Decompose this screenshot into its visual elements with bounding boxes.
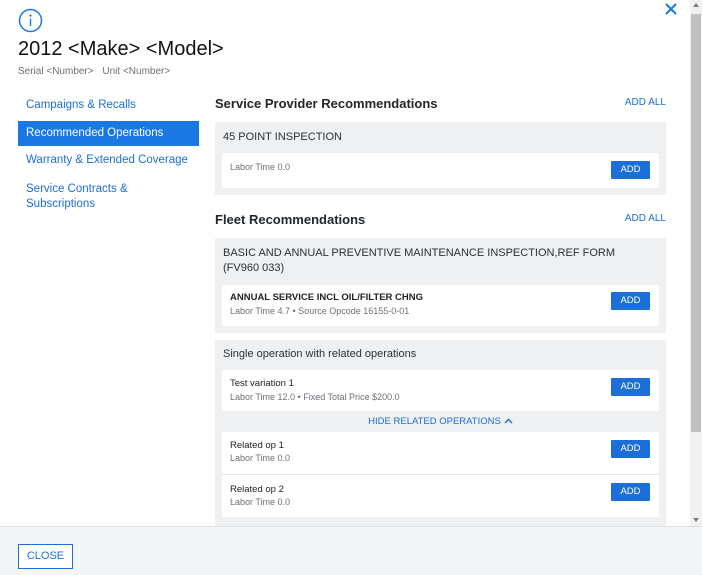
scroll-up-arrow-icon[interactable] bbox=[693, 3, 699, 7]
scroll-down-arrow-icon[interactable] bbox=[693, 518, 699, 522]
serial-label: Serial bbox=[18, 66, 44, 77]
operation-meta: Labor Time 0.0 bbox=[230, 453, 291, 463]
dialog-footer: CLOSE bbox=[0, 526, 702, 575]
related-operation-card: Related op 1 Labor Time 0.0 ADD bbox=[222, 432, 659, 474]
vertical-scrollbar[interactable] bbox=[690, 0, 702, 526]
sidebar-item-service-contracts[interactable]: Service Contracts & Subscriptions bbox=[18, 178, 199, 216]
operation-meta: Labor Time 4.7 • Source Opcode 16155-0-0… bbox=[230, 306, 410, 316]
sidebar-item-campaigns-recalls[interactable]: Campaigns & Recalls bbox=[18, 94, 199, 117]
add-operation-button[interactable]: ADD bbox=[611, 440, 650, 458]
operation-name: Related op 2 bbox=[230, 484, 284, 495]
add-operation-button[interactable]: ADD bbox=[611, 483, 650, 501]
service-provider-header: Service Provider Recommendations ADD ALL bbox=[215, 96, 666, 114]
operation-meta: Labor Time 0.0 bbox=[230, 497, 291, 507]
service-provider-add-all-link[interactable]: ADD ALL bbox=[625, 97, 666, 108]
related-operation-card: Related op 2 Labor Time 0.0 ADD bbox=[222, 475, 659, 517]
vehicle-subtitle: Serial <Number> Unit <Number> bbox=[18, 66, 176, 77]
recommendations-dialog: 2012 <Make> <Model> Serial <Number> Unit… bbox=[0, 0, 690, 526]
operation-name: Related op 1 bbox=[230, 440, 284, 451]
sidebar-nav: Campaigns & Recalls Recommended Operatio… bbox=[18, 94, 199, 216]
scrollbar-thumb[interactable] bbox=[691, 14, 701, 432]
service-provider-title: Service Provider Recommendations bbox=[215, 96, 438, 111]
add-operation-button[interactable]: ADD bbox=[611, 292, 650, 310]
fleet-group-preventive-maintenance: BASIC AND ANNUAL PREVENTIVE MAINTENANCE … bbox=[215, 238, 666, 333]
group-title: BASIC AND ANNUAL PREVENTIVE MAINTENANCE … bbox=[223, 247, 615, 274]
sidebar-item-recommended-operations[interactable]: Recommended Operations bbox=[18, 121, 199, 146]
info-icon bbox=[18, 8, 43, 33]
operation-name: ANNUAL SERVICE INCL OIL/FILTER CHNG bbox=[230, 292, 424, 303]
operation-card: ANNUAL SERVICE INCL OIL/FILTER CHNG Labo… bbox=[222, 285, 659, 326]
add-operation-button[interactable]: ADD bbox=[611, 161, 650, 179]
sidebar-item-warranty-coverage[interactable]: Warranty & Extended Coverage bbox=[18, 149, 199, 172]
close-button[interactable]: CLOSE bbox=[18, 544, 73, 569]
group-title: 45 POINT INSPECTION bbox=[223, 131, 342, 143]
operation-name: Test variation 1 bbox=[230, 378, 294, 389]
serial-value: <Number> bbox=[46, 66, 94, 77]
add-operation-button[interactable]: ADD bbox=[611, 378, 650, 396]
fleet-add-all-link[interactable]: ADD ALL bbox=[625, 213, 666, 224]
operation-meta: Labor Time 12.0 • Fixed Total Price $200… bbox=[230, 392, 400, 402]
fleet-group-related-operations: Single operation with related operations… bbox=[215, 340, 666, 526]
fleet-header: Fleet Recommendations ADD ALL bbox=[215, 212, 666, 230]
hide-related-label: HIDE RELATED OPERATIONS bbox=[368, 416, 501, 427]
labor-time: Labor Time 0.0 bbox=[230, 162, 291, 172]
operation-card: Labor Time 0.0 ADD bbox=[222, 153, 659, 188]
service-provider-group: 45 POINT INSPECTION Labor Time 0.0 ADD bbox=[215, 122, 666, 195]
unit-value: <Number> bbox=[122, 66, 171, 77]
chevron-up-icon bbox=[504, 418, 513, 424]
fleet-title: Fleet Recommendations bbox=[215, 212, 366, 227]
vehicle-title: 2012 <Make> <Model> bbox=[18, 38, 224, 60]
close-icon[interactable] bbox=[662, 0, 680, 18]
hide-related-operations-toggle[interactable]: HIDE RELATED OPERATIONS bbox=[215, 416, 666, 427]
operation-card: Test variation 1 Labor Time 12.0 • Fixed… bbox=[222, 370, 659, 411]
group-title: Single operation with related operations bbox=[223, 348, 417, 360]
unit-label: Unit bbox=[102, 66, 121, 77]
